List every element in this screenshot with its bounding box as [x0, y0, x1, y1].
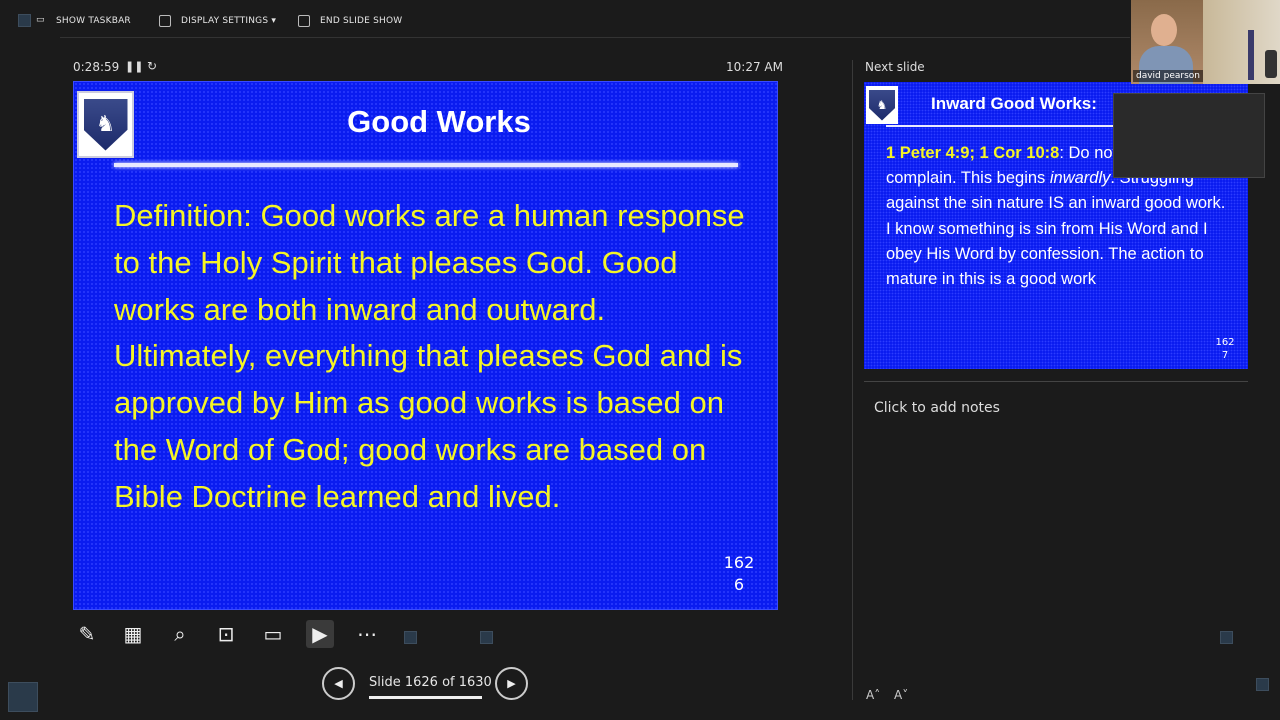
next-slide-button[interactable]: ▶	[495, 667, 528, 700]
previous-slide-button[interactable]: ◀	[322, 667, 355, 700]
end-slide-show-button[interactable]: END SLIDE SHOW	[298, 15, 402, 27]
more-icon[interactable]: ⋯	[353, 620, 381, 648]
show-taskbar-button[interactable]: ▭ SHOW TASKBAR	[36, 15, 131, 27]
camera-icon[interactable]: ▶	[306, 620, 334, 648]
end-show-icon	[298, 15, 310, 27]
display-settings-button[interactable]: DISPLAY SETTINGS ▾	[159, 15, 276, 27]
reset-timer-icon[interactable]: ↻	[147, 59, 157, 73]
participant-video-background	[1203, 0, 1280, 84]
participant-head	[1151, 14, 1177, 46]
overlay-square	[1256, 678, 1269, 691]
lion-shield-icon: ♞	[869, 89, 895, 121]
end-slide-show-label: END SLIDE SHOW	[320, 16, 403, 26]
overlay-square	[1220, 631, 1233, 644]
toolbar-divider	[60, 37, 1130, 38]
taskbar-icon: ▭	[36, 15, 45, 25]
slide-number: 162 6	[714, 552, 764, 596]
next-slide-title: Inward Good Works:	[931, 94, 1097, 113]
slide-counter[interactable]: Slide 1626 of 1630	[369, 675, 492, 690]
next-text-italic: inwardly	[1049, 169, 1111, 188]
overlay-square	[480, 631, 493, 644]
presenter-toolbar: ▭ SHOW TASKBAR DISPLAY SETTINGS ▾ END SL…	[0, 0, 1130, 40]
increase-font-icon[interactable]: A˄	[866, 688, 880, 702]
pane-divider[interactable]	[852, 60, 853, 700]
next-slide-number: 162 7	[1212, 336, 1238, 362]
title-divider	[114, 163, 738, 167]
pause-icon[interactable]: ❚❚	[125, 60, 143, 73]
flag-pole	[1248, 30, 1254, 80]
overlay-panel	[1113, 93, 1265, 178]
slide-title: Good Works	[347, 104, 531, 139]
elapsed-timer: 0:28:59	[73, 60, 120, 74]
slide-counter-underline	[369, 696, 482, 699]
show-taskbar-label: SHOW TASKBAR	[56, 16, 131, 26]
pen-icon[interactable]: ✎	[73, 620, 101, 648]
next-slide-number-bottom: 7	[1221, 350, 1229, 361]
display-settings-label: DISPLAY SETTINGS ▾	[181, 16, 277, 26]
overlay-square	[18, 14, 31, 27]
ministry-logo: ♞	[866, 86, 898, 124]
slide-body: Definition: Good works are a human respo…	[114, 198, 745, 514]
slide-number-top: 162	[723, 553, 755, 572]
overlay-square	[404, 631, 417, 644]
next-slide-number-top: 162	[1215, 337, 1235, 348]
video-control[interactable]	[1265, 50, 1277, 78]
display-icon	[159, 15, 171, 27]
notes-divider	[864, 381, 1248, 382]
overlay-square	[8, 682, 38, 712]
laser-icon[interactable]: ⊡	[212, 620, 240, 648]
participant-name: david pearson	[1133, 70, 1203, 82]
decrease-font-icon[interactable]: A˅	[894, 688, 908, 702]
scripture-reference: 1 Peter 4:9; 1 Cor 10:8	[886, 144, 1060, 162]
current-slide[interactable]: ♞ Good Works Definition: Good works are …	[73, 81, 778, 610]
magnifier-icon[interactable]: ⌕	[166, 620, 194, 648]
slide-number-bottom: 6	[733, 575, 745, 594]
next-slide-label: Next slide	[865, 60, 925, 74]
notes-area[interactable]: Click to add notes	[874, 400, 1000, 416]
clock: 10:27 AM	[726, 60, 783, 74]
subtitles-icon[interactable]: ▭	[259, 620, 287, 648]
participant-video[interactable]: david pearson	[1131, 0, 1203, 84]
grid-icon[interactable]: ▦	[119, 620, 147, 648]
